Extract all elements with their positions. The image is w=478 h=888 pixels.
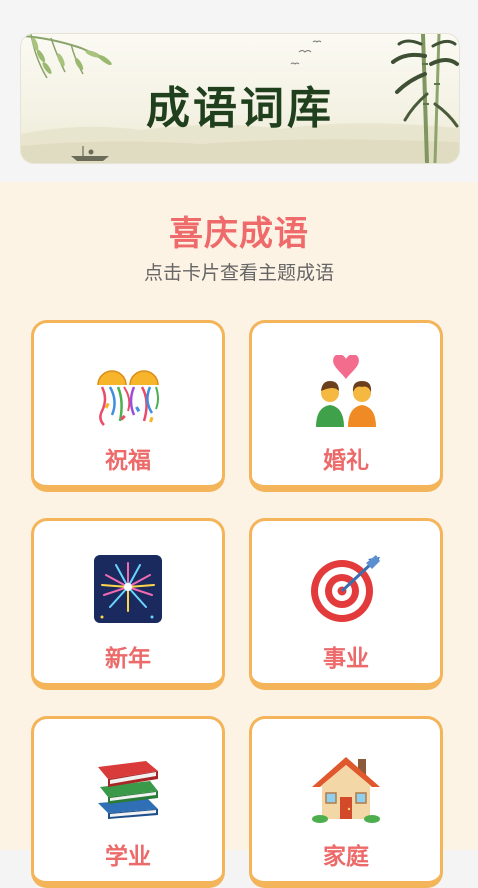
category-card-study[interactable]: 学业 (31, 716, 225, 888)
category-card-new-year[interactable]: 新年 (31, 518, 225, 690)
category-card-wedding[interactable]: 婚礼 (249, 320, 443, 492)
main-content: 喜庆成语 点击卡片查看主题成语 祝福 婚礼 新年 事业 学业 家庭 (0, 182, 478, 888)
category-card-label: 新年 (105, 646, 151, 672)
category-card-label: 学业 (105, 844, 151, 870)
category-card-label: 事业 (323, 646, 369, 672)
category-card-label: 祝福 (105, 448, 151, 474)
category-card-label: 家庭 (323, 844, 369, 870)
category-card-label: 婚礼 (323, 448, 369, 474)
banner-title: 成语词库 (146, 83, 334, 134)
books-icon (34, 751, 222, 823)
banner-image: 成语词库 (20, 33, 460, 164)
category-card-career[interactable]: 事业 (249, 518, 443, 690)
house-with-garden-icon (252, 751, 440, 823)
fireworks-icon (34, 553, 222, 625)
confetti-ball-icon (34, 355, 222, 427)
couple-with-heart-icon (252, 355, 440, 427)
section-title: 喜庆成语 (169, 214, 309, 254)
section-subtitle: 点击卡片查看主题成语 (143, 262, 334, 284)
category-card-blessing[interactable]: 祝福 (31, 320, 225, 492)
direct-hit-target-icon (252, 553, 440, 625)
category-card-family[interactable]: 家庭 (249, 716, 443, 888)
header-area: 成语词库 (0, 0, 478, 182)
